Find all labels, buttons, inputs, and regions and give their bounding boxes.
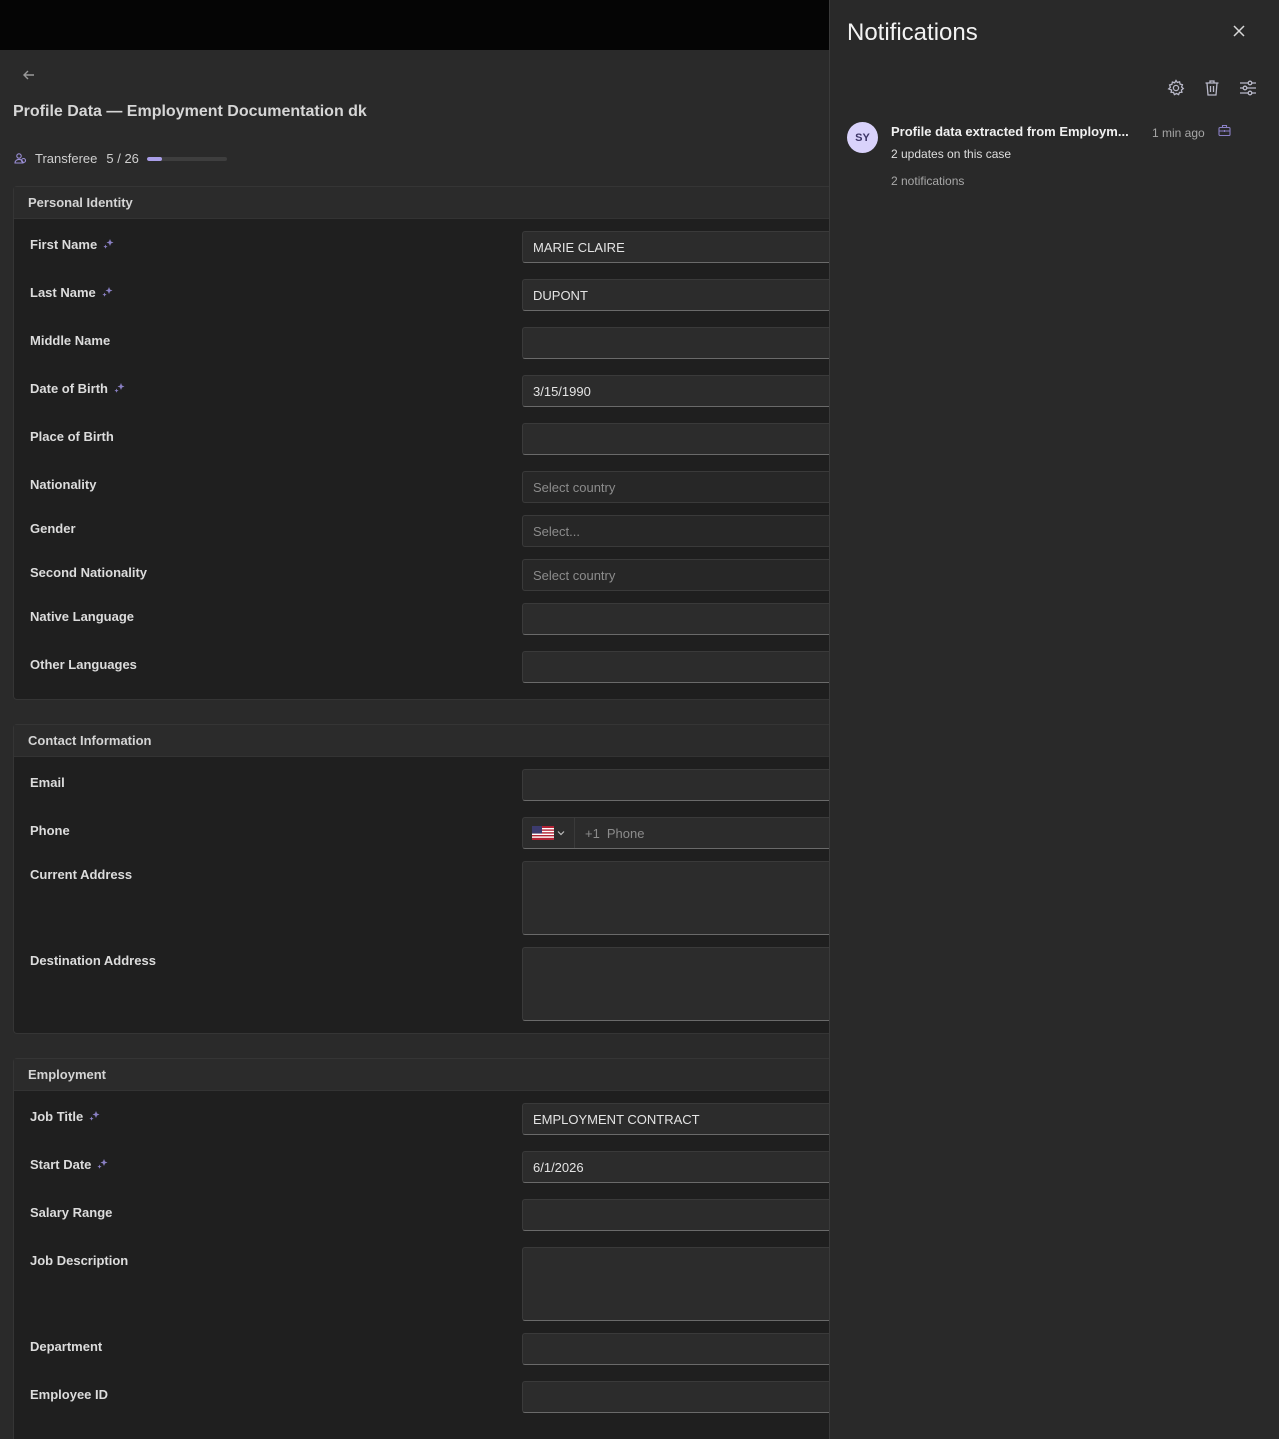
field-label: Place of Birth [30, 429, 114, 444]
ai-sparkle-icon [97, 1159, 108, 1170]
phone-placeholder: Phone [606, 825, 645, 841]
job-title-input[interactable]: EMPLOYMENT CONTRACT [522, 1103, 830, 1135]
field-label: Last Name [30, 285, 96, 300]
notification-item[interactable]: SY Profile data extracted from Employm..… [847, 120, 1267, 195]
date-of-birth-input[interactable]: 3/15/1990 [522, 375, 830, 407]
email-input[interactable] [522, 769, 830, 801]
trash-icon[interactable] [1201, 77, 1223, 99]
field-label: Gender [30, 521, 76, 536]
panel-title: Notifications [847, 19, 978, 46]
last-name-input[interactable]: DUPONT [522, 279, 830, 311]
department-input[interactable] [522, 1333, 830, 1365]
field-label: Second Nationality [30, 565, 148, 580]
second-nationality-select[interactable]: Select country [522, 559, 830, 591]
avatar: SY [847, 122, 878, 153]
us-flag-icon [532, 826, 554, 840]
progress-count: 5 / 26 [106, 151, 139, 166]
middle-name-input[interactable] [522, 327, 830, 359]
page-title: Profile Data — Employment Documentation … [13, 103, 367, 120]
phone-input[interactable]: +1 Phone [522, 817, 830, 849]
field-label: Start Date [30, 1157, 92, 1172]
notifications-panel: Notifications SY Profile data extracted … [829, 0, 1279, 1439]
field-label: Email [30, 775, 65, 790]
destination-address-textarea[interactable] [522, 947, 830, 1021]
place-of-birth-input[interactable] [522, 423, 830, 455]
settings-gear-icon[interactable] [1165, 77, 1187, 99]
chevron-down-icon [557, 831, 565, 836]
field-label: Nationality [30, 477, 97, 492]
section-employment: Employment Job Title EMPLOYMENT CONTRACT… [13, 1058, 830, 1439]
start-date-input[interactable]: 6/1/2026 [522, 1151, 830, 1183]
transferee-icon [14, 152, 28, 166]
first-name-input[interactable]: MARIE CLAIRE [522, 231, 830, 263]
native-language-input[interactable] [522, 603, 830, 635]
ai-sparkle-icon [103, 239, 114, 250]
field-label: First Name [30, 237, 98, 252]
progress-label: Transferee [35, 151, 98, 166]
field-label: Native Language [30, 609, 135, 624]
field-label: Other Languages [30, 657, 137, 672]
other-languages-input[interactable] [522, 651, 830, 683]
salary-range-input[interactable] [522, 1199, 830, 1231]
progress-bar [146, 156, 227, 161]
ai-sparkle-icon [114, 383, 125, 394]
field-label: Phone [30, 823, 70, 838]
section-title: Contact Information [14, 725, 830, 757]
section-personal-identity: Personal Identity First Name MARIE CLAIR… [13, 186, 830, 700]
job-description-textarea[interactable] [522, 1247, 830, 1321]
current-address-textarea[interactable] [522, 861, 830, 935]
employee-id-input[interactable] [522, 1381, 830, 1413]
gender-select[interactable]: Select... [522, 515, 830, 547]
ai-sparkle-icon [102, 287, 113, 298]
country-code-select[interactable] [523, 818, 575, 848]
notification-title: Profile data extracted from Employm... [891, 124, 1129, 139]
field-label: Department [30, 1339, 103, 1354]
section-contact-information: Contact Information Email Phone +1 Phone [13, 724, 830, 1034]
field-label: Employee ID [30, 1387, 109, 1402]
close-icon[interactable] [1228, 20, 1250, 42]
field-label: Current Address [30, 867, 133, 882]
notification-count[interactable]: 2 notifications [891, 174, 964, 188]
field-label: Date of Birth [30, 381, 108, 396]
field-label: Salary Range [30, 1205, 113, 1220]
section-title: Personal Identity [14, 187, 830, 219]
progress-row: Transferee 5 / 26 [14, 151, 227, 166]
field-label: Job Description [30, 1253, 129, 1268]
phone-prefix: +1 [585, 825, 600, 841]
notification-time: 1 min ago [1152, 126, 1205, 140]
ai-sparkle-icon [89, 1111, 100, 1122]
filter-sliders-icon[interactable] [1237, 77, 1259, 99]
section-title: Employment [14, 1059, 830, 1091]
progress-bar-fill [146, 156, 163, 161]
notification-subtitle: 2 updates on this case [891, 147, 1012, 161]
profile-main-area: Profile Data — Employment Documentation … [0, 50, 830, 1439]
field-label: Middle Name [30, 333, 111, 348]
nationality-select[interactable]: Select country [522, 471, 830, 503]
field-label: Job Title [30, 1109, 84, 1124]
field-label: Destination Address [30, 953, 156, 968]
case-briefcase-icon[interactable] [1218, 124, 1232, 138]
back-arrow-icon[interactable] [18, 64, 40, 86]
